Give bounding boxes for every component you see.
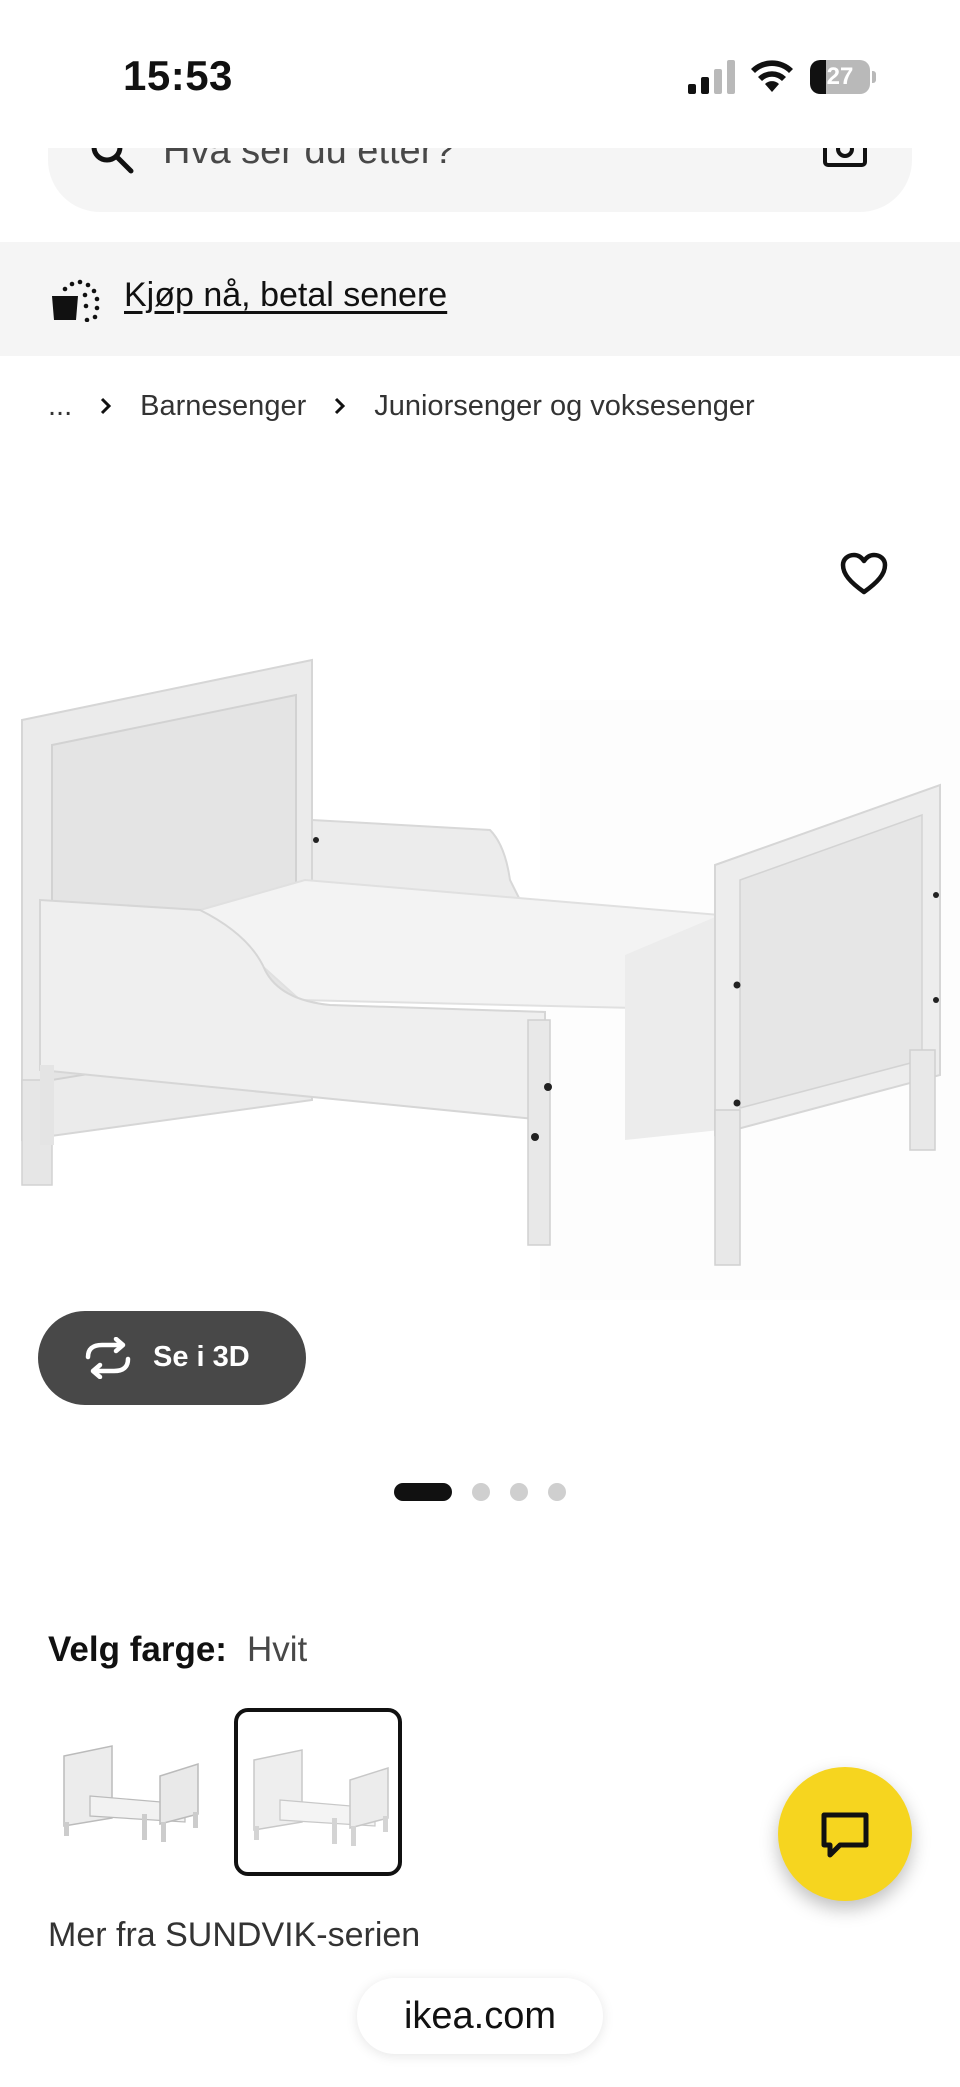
carousel-dot[interactable] (394, 1483, 452, 1501)
view-3d-button[interactable]: Se i 3D (38, 1311, 306, 1405)
status-time: 15:53 (123, 52, 233, 99)
promo-link[interactable]: Kjøp nå, betal senere (124, 276, 447, 315)
wifi-icon (751, 60, 793, 92)
color-value: Hvit (246, 1630, 308, 1669)
view-3d-label: Se i 3D (153, 1341, 250, 1373)
battery-icon: 27 (810, 60, 876, 94)
carousel-dot[interactable] (548, 1483, 566, 1501)
signal-icon (688, 60, 735, 94)
breadcrumb-item-barnesenger[interactable]: Barnesenger (140, 390, 306, 423)
chat-button[interactable] (778, 1767, 912, 1901)
carousel-dots[interactable] (394, 1482, 586, 1502)
color-label: Velg farge: (48, 1630, 227, 1669)
browser-url[interactable]: ikea.com (357, 1978, 603, 2054)
breadcrumb-item-juniorsenger[interactable]: Juniorsenger og voksesenger (374, 390, 754, 423)
breadcrumb: ... Barnesenger Juniorsenger og voksesen… (48, 384, 755, 428)
promo-banner[interactable]: Kjøp nå, betal senere (0, 242, 960, 356)
carousel-dot[interactable] (510, 1483, 528, 1501)
heart-icon[interactable] (840, 552, 888, 596)
battery-level: 27 (826, 63, 854, 90)
color-swatch-2-selected[interactable] (234, 1708, 402, 1876)
breadcrumb-ellipsis[interactable]: ... (48, 390, 72, 423)
series-link[interactable]: Mer fra SUNDVIK-serien (48, 1916, 420, 1955)
color-swatch-1[interactable] (48, 1708, 216, 1876)
chevron-right-icon (101, 397, 112, 415)
rotate-3d-icon (85, 1337, 131, 1379)
chat-icon (821, 1812, 869, 1858)
status-bar: 15:53 27 (0, 0, 960, 148)
basket-icon (52, 279, 100, 322)
color-selector: Velg farge: Hvit (48, 1630, 307, 1670)
carousel-dot[interactable] (472, 1483, 490, 1501)
product-image[interactable] (0, 640, 960, 1320)
chevron-right-icon (335, 397, 346, 415)
